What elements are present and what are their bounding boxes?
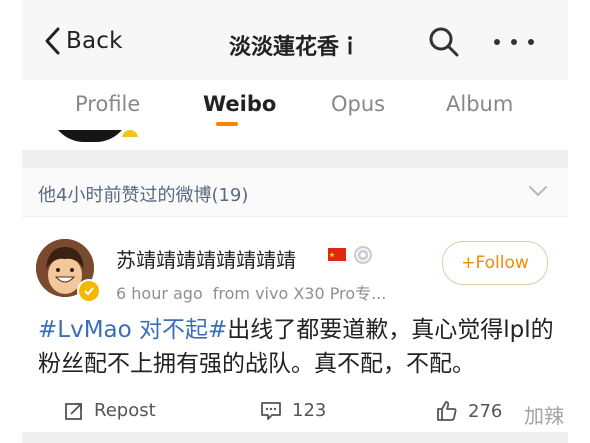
- china-flag-icon: [328, 248, 346, 261]
- post-username[interactable]: 苏靖靖靖靖靖靖靖靖: [116, 244, 296, 273]
- comment-count: 123: [292, 400, 327, 421]
- post-hashtag[interactable]: #LvMao 对不起#: [38, 317, 227, 343]
- repost-label: Repost: [94, 400, 156, 421]
- follow-button[interactable]: +Follow: [442, 241, 548, 285]
- tab-profile[interactable]: Profile: [75, 92, 140, 116]
- weibo-page: Back 淡淡蓮花香ｉ Profile Weibo Opus Album 他4小…: [22, 0, 568, 443]
- post-time: 6 hour ago: [116, 284, 203, 303]
- verified-badge-partial: [122, 130, 138, 137]
- top-nav-bar: Back 淡淡蓮花香ｉ: [22, 0, 568, 80]
- repost-icon: [65, 402, 82, 420]
- post-actions: Repost 123 276: [22, 392, 568, 432]
- tab-opus[interactable]: Opus: [331, 92, 385, 116]
- like-button[interactable]: 276: [436, 400, 502, 422]
- comment-button[interactable]: 123: [260, 400, 326, 421]
- weibo-post: 苏靖靖靖靖靖靖靖靖 +Follow 6 hour ago from vivo X3…: [22, 217, 568, 432]
- search-icon[interactable]: [426, 24, 462, 60]
- post-source: from vivo X30 Pro专...: [212, 284, 387, 303]
- watermark: 加辣: [524, 404, 564, 428]
- profile-tabs: Profile Weibo Opus Album: [22, 80, 568, 130]
- repost-button[interactable]: Repost: [64, 400, 156, 421]
- liked-section-label: 他4小时前赞过的微博(19): [38, 185, 249, 206]
- post-content: #LvMao 对不起#出线了都要道歉，真心觉得lpl的粉丝配不上拥有强的战队。真…: [38, 313, 558, 381]
- tab-album[interactable]: Album: [446, 92, 513, 116]
- thumbs-up-icon: [437, 401, 457, 421]
- tab-weibo[interactable]: Weibo: [203, 92, 276, 116]
- active-tab-indicator: [216, 122, 238, 126]
- comment-icon: [261, 401, 281, 420]
- post-meta: 6 hour ago from vivo X30 Pro专...: [116, 280, 386, 304]
- medal-badge-icon: [354, 246, 372, 264]
- chevron-down-icon[interactable]: [528, 184, 548, 198]
- page-title: 淡淡蓮花香ｉ: [228, 35, 361, 60]
- liked-section-header[interactable]: 他4小时前赞过的微博(19): [22, 168, 568, 217]
- section-divider-bottom: [22, 432, 568, 443]
- verified-badge-icon: [77, 279, 101, 303]
- like-count: 276: [468, 400, 503, 422]
- more-options-icon[interactable]: [494, 30, 534, 54]
- section-divider: [22, 150, 568, 168]
